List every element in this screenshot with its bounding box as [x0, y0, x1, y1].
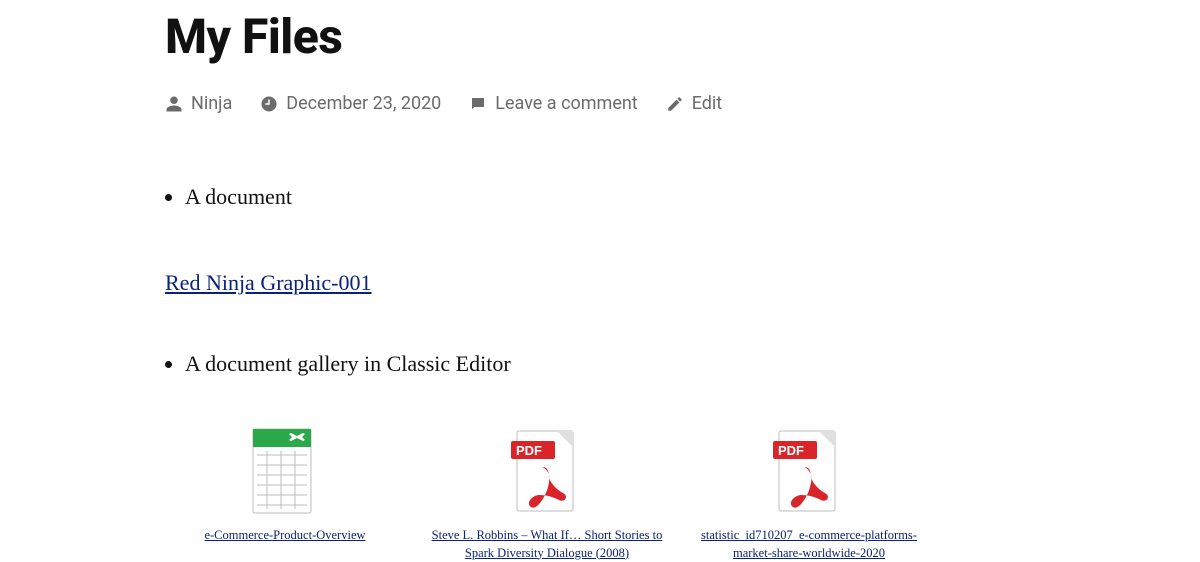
- pdf-icon[interactable]: PDF: [427, 425, 667, 517]
- gallery-caption-link[interactable]: Steve L. Robbins – What If… Short Storie…: [427, 527, 667, 562]
- gallery-caption-link[interactable]: e-Commerce-Product-Overview: [204, 527, 365, 545]
- comment-link[interactable]: Leave a comment: [495, 93, 637, 114]
- post-meta: Ninja December 23, 2020 Leave a comment …: [165, 93, 985, 114]
- document-gallery: e-Commerce-Product-Overview PDF Steve L.…: [165, 425, 985, 562]
- document-link[interactable]: Red Ninja Graphic-001: [165, 270, 372, 296]
- comment-icon: [469, 95, 487, 113]
- clock-icon: [260, 95, 278, 113]
- author-link[interactable]: Ninja: [191, 93, 232, 114]
- list-item: A document: [185, 184, 985, 210]
- meta-date: December 23, 2020: [260, 93, 441, 114]
- edit-link[interactable]: Edit: [692, 93, 722, 114]
- xls-icon[interactable]: [165, 425, 405, 517]
- gallery-item: PDF statistic_id710207_e-commerce-platfo…: [689, 425, 929, 562]
- person-icon: [165, 95, 183, 113]
- date-link[interactable]: December 23, 2020: [286, 93, 441, 114]
- meta-edit: Edit: [666, 93, 722, 114]
- meta-comment: Leave a comment: [469, 93, 637, 114]
- svg-text:PDF: PDF: [778, 443, 804, 458]
- meta-author: Ninja: [165, 93, 232, 114]
- pdf-icon[interactable]: PDF: [689, 425, 929, 517]
- list-item: A document gallery in Classic Editor: [185, 351, 985, 377]
- svg-text:PDF: PDF: [516, 443, 542, 458]
- gallery-item: PDF Steve L. Robbins – What If… Short St…: [427, 425, 667, 562]
- gallery-item: e-Commerce-Product-Overview: [165, 425, 405, 562]
- page-title: My Files: [165, 8, 985, 65]
- gallery-caption-link[interactable]: statistic_id710207_e-commerce-platforms-…: [689, 527, 929, 562]
- pencil-icon: [666, 95, 684, 113]
